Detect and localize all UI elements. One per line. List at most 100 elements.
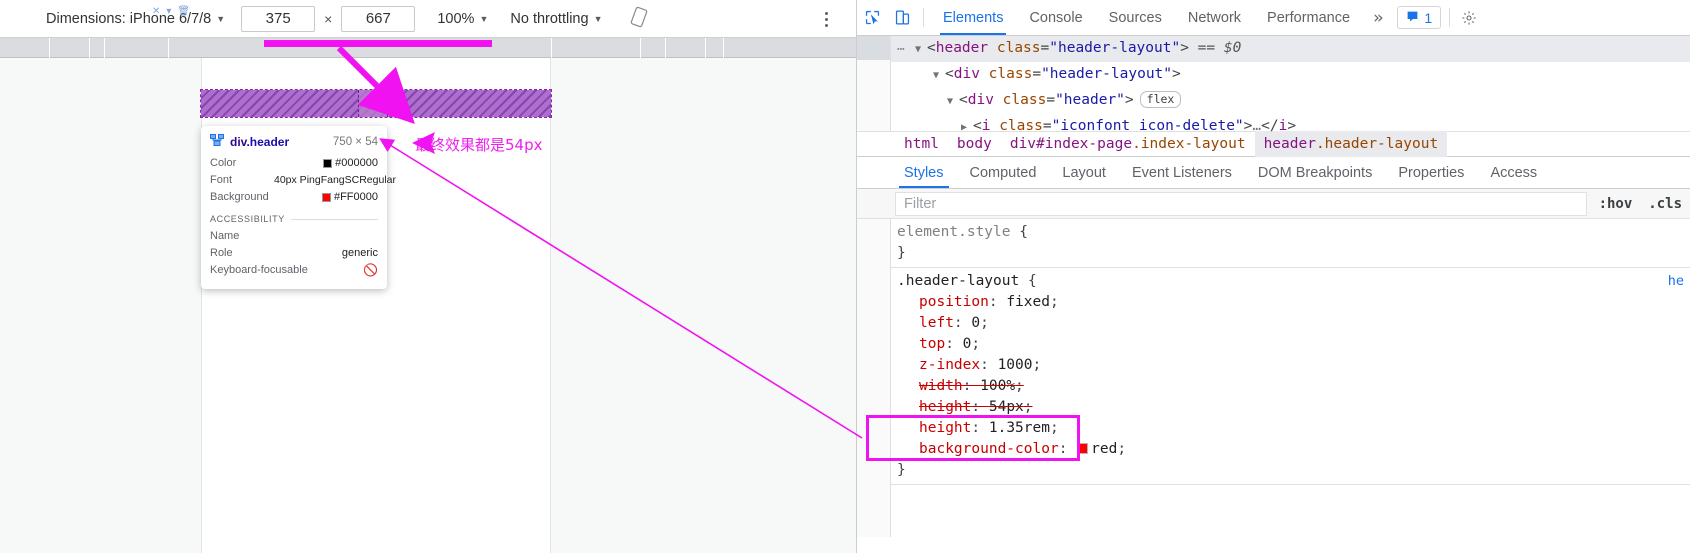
inspect-element-icon[interactable]: [857, 0, 887, 35]
tab-layout[interactable]: Layout: [1049, 157, 1119, 188]
css-rule-close-brace: }: [897, 245, 906, 261]
rotate-icon[interactable]: [628, 6, 650, 32]
viewport-height-input[interactable]: 667: [341, 5, 416, 32]
dom-gutter-selected-row: [857, 36, 890, 60]
dimensions-dropdown[interactable]: Dimensions: iPhone 6/7/8 ▼: [46, 11, 225, 27]
css-source-link[interactable]: he: [1668, 271, 1684, 292]
twisty-icon[interactable]: ▶: [961, 116, 973, 140]
hov-button[interactable]: :hov: [1591, 196, 1641, 212]
chevron-down-icon: ▾: [166, 6, 172, 17]
dom-gutter: [857, 36, 891, 131]
css-rule-close-brace: }: [897, 462, 906, 478]
dom-node-div-header[interactable]: ▼ <div class="header"> flex: [857, 88, 1690, 114]
dom-node-i-iconfont[interactable]: ▶ <i class="iconfont icon-delete">…</i>: [857, 114, 1690, 140]
gear-icon[interactable]: [1454, 0, 1484, 35]
devtools-tab-bar: Elements Console Sources Network Perform…: [930, 0, 1363, 35]
color-swatch-red: [321, 193, 331, 202]
tab-elements[interactable]: Elements: [930, 0, 1016, 35]
divider: [1449, 8, 1451, 27]
a11y-key-name: Name: [210, 230, 240, 242]
tab-dom-breakpoints[interactable]: DOM Breakpoints: [1245, 157, 1385, 188]
close-icon: ✕: [152, 6, 161, 17]
tab-properties[interactable]: Properties: [1385, 157, 1477, 188]
twisty-icon[interactable]: ▼: [933, 64, 945, 88]
zoom-dropdown[interactable]: 100% ▼: [437, 11, 488, 27]
dom-attr-name: class: [999, 118, 1043, 134]
viewport-width-input[interactable]: 375: [241, 5, 316, 32]
css-selector-element-style[interactable]: element.style {: [897, 222, 1690, 243]
divider: [923, 8, 924, 27]
tooltip-row-keyboard-focusable: Keyboard-focusable 🚫: [210, 263, 378, 278]
tab-console[interactable]: Console: [1016, 0, 1095, 35]
annotation-highlight-box: [866, 415, 1080, 461]
kebab-menu-icon[interactable]: [816, 9, 836, 29]
tooltip-value-font: 40px PingFangSCRegular: [274, 174, 396, 186]
issues-badge[interactable]: 1: [1397, 6, 1442, 29]
a11y-value-role: generic: [341, 247, 378, 259]
css-declaration-left[interactable]: left: 0;: [897, 313, 1690, 334]
styles-filter-row: Filter :hov .cls: [857, 189, 1690, 219]
issues-icon: [1406, 10, 1419, 26]
annotation-note: 最终效果都是54px: [415, 136, 543, 154]
flex-badge[interactable]: flex: [1139, 91, 1182, 108]
not-focusable-icon: 🚫: [363, 263, 378, 277]
tab-performance[interactable]: Performance: [1254, 0, 1363, 35]
tab-styles[interactable]: Styles: [891, 157, 957, 188]
more-tabs-icon[interactable]: »: [1363, 0, 1393, 35]
css-declaration-position[interactable]: position: fixed;: [897, 292, 1690, 313]
dom-node-div-header-layout[interactable]: ▼ <div class="header-layout">: [857, 62, 1690, 88]
dom-attr-name: class: [996, 40, 1041, 56]
tab-sources[interactable]: Sources: [1096, 0, 1175, 35]
twisty-icon[interactable]: ▼: [915, 38, 927, 62]
devtools-toolbar: Elements Console Sources Network Perform…: [857, 0, 1690, 36]
filter-input[interactable]: Filter: [895, 191, 1587, 216]
css-declaration-top[interactable]: top: 0;: [897, 334, 1690, 355]
color-swatch-black: [323, 159, 333, 168]
delete-icon: 🗑: [177, 6, 191, 17]
css-gutter: [857, 219, 891, 537]
dom-overflow-dots[interactable]: ⋯: [897, 38, 907, 62]
header-inner-icons: ✕ ▾ 🗑: [152, 6, 190, 17]
a11y-key-keyboard-focusable: Keyboard-focusable: [210, 264, 308, 276]
device-toolbar-icon[interactable]: [887, 0, 917, 35]
tooltip-value-color: #000000: [323, 156, 378, 171]
css-declaration-width[interactable]: width: 100%;: [897, 376, 1690, 397]
cls-button[interactable]: .cls: [1640, 196, 1690, 212]
a11y-key-role: Role: [210, 247, 233, 259]
tab-network[interactable]: Network: [1175, 0, 1254, 35]
styles-tab-bar: Styles Computed Layout Event Listeners D…: [857, 157, 1690, 189]
dom-node-header[interactable]: ▼ <header class="header-layout"> == $0: [857, 36, 1690, 62]
dom-attr-name: class: [988, 66, 1033, 82]
dom-tag-name: div: [967, 92, 994, 108]
tab-accessibility[interactable]: Access: [1477, 157, 1550, 188]
css-declaration-z-index[interactable]: z-index: 1000;: [897, 355, 1690, 376]
twisty-icon[interactable]: ▼: [947, 90, 959, 114]
tab-event-listeners[interactable]: Event Listeners: [1119, 157, 1245, 188]
issues-count: 1: [1424, 9, 1433, 26]
throttling-label: No throttling: [510, 10, 589, 27]
dom-attr-value: "iconfont icon-delete": [1051, 118, 1244, 134]
tooltip-row-role: Role generic: [210, 246, 378, 261]
collapsed-ellipsis: …: [1252, 118, 1262, 134]
tooltip-row-color: Color #000000: [210, 156, 378, 171]
dom-attr-name: class: [1002, 92, 1047, 108]
tooltip-key-color: Color: [210, 157, 237, 169]
tooltip-row-background: Background #FF0000: [210, 190, 378, 205]
tooltip-key-font: Font: [210, 174, 233, 186]
dom-tag-name: i: [981, 118, 991, 134]
device-emulation-pane: Dimensions: iPhone 6/7/8 ▼ 375 × 667 100…: [0, 0, 857, 553]
dom-attr-value: "header": [1055, 92, 1125, 108]
tooltip-value-background: #FF0000: [321, 190, 378, 205]
css-selector-header-layout[interactable]: .header-layout {: [897, 271, 1690, 292]
a11y-value-keyboard-focusable: 🚫: [363, 263, 378, 278]
tooltip-size: 750 × 54: [332, 135, 378, 148]
dom-tag-name: header: [935, 40, 989, 56]
throttling-dropdown[interactable]: No throttling ▼: [510, 11, 602, 27]
dom-node-icon: [210, 134, 224, 149]
devtools-window: Dimensions: iPhone 6/7/8 ▼ 375 × 667 100…: [0, 0, 1690, 553]
chevron-down-icon: ▼: [216, 13, 226, 24]
tab-computed[interactable]: Computed: [957, 157, 1050, 188]
tooltip-key-background: Background: [210, 191, 269, 203]
dom-selected-marker: == $0: [1197, 40, 1242, 56]
annotation-bar: [264, 40, 492, 47]
